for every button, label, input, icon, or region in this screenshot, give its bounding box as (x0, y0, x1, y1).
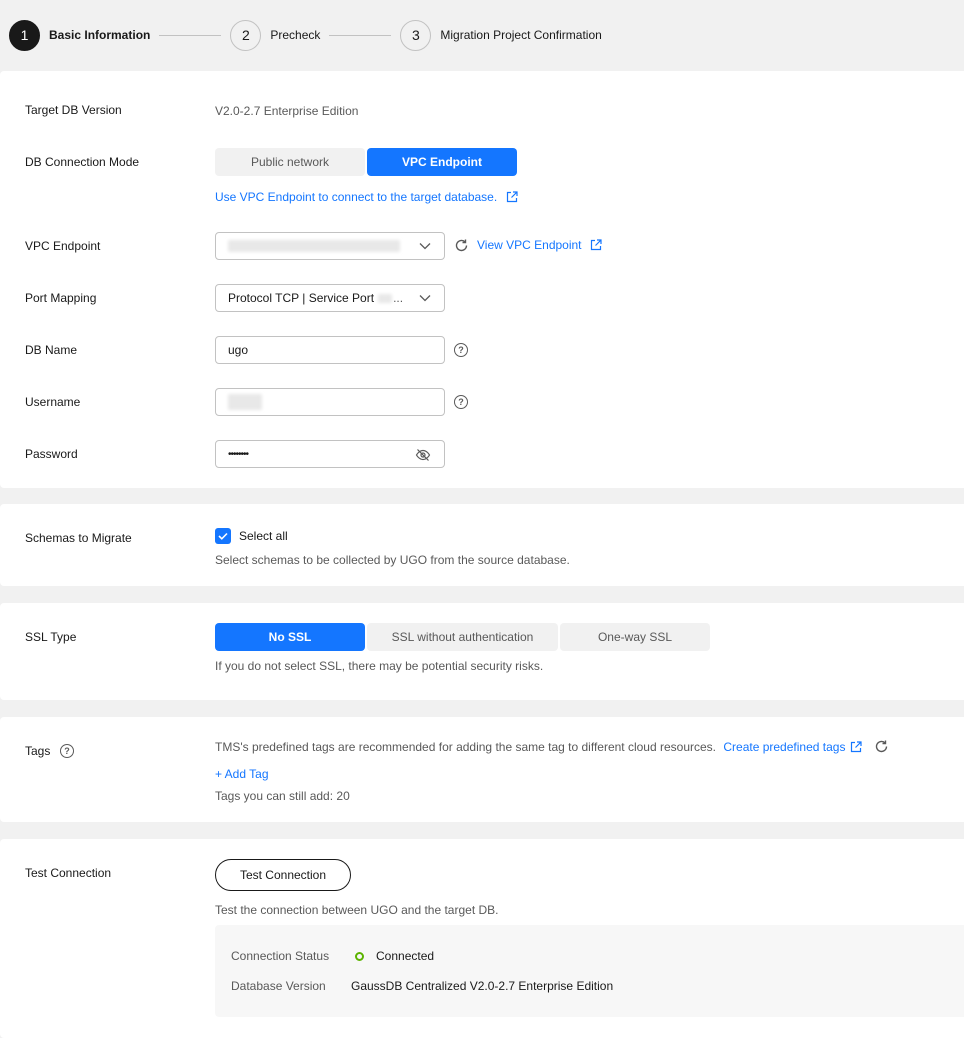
vpc-endpoint-select[interactable] (215, 232, 445, 260)
db-name-input[interactable]: ugo (215, 336, 445, 364)
mode-option-public-network[interactable]: Public network (215, 148, 365, 176)
tags-section: Tags ? TMS's predefined tags are recomme… (0, 717, 964, 822)
tags-description-row: TMS's predefined tags are recommended fo… (215, 739, 889, 754)
step-number: 2 (230, 19, 262, 51)
vpc-endpoint-value-redacted (228, 240, 400, 252)
connection-status-panel: Connection Status Connected Database Ver… (215, 925, 964, 1017)
schemas-section: Schemas to Migrate Select all Select sch… (0, 504, 964, 586)
chevron-down-icon (419, 295, 431, 302)
select-all-label[interactable]: Select all (239, 529, 288, 543)
db-connection-mode-selector: Public network VPC Endpoint (215, 148, 517, 176)
database-version-key: Database Version (231, 979, 326, 993)
tags-label: Tags (25, 744, 51, 758)
step-label: Precheck (270, 28, 321, 42)
refresh-icon[interactable] (454, 238, 469, 253)
step-label: Basic Information (49, 28, 151, 42)
tags-remaining: Tags you can still add: 20 (215, 789, 350, 803)
step-precheck: 2 Precheck (230, 19, 321, 51)
database-version-value: GaussDB Centralized V2.0-2.7 Enterprise … (351, 979, 614, 993)
port-value-redacted (378, 293, 393, 303)
test-connection-hint: Test the connection between UGO and the … (215, 903, 499, 917)
schemas-hint: Select schemas to be collected by UGO fr… (215, 553, 570, 567)
question-icon[interactable]: ? (454, 395, 468, 409)
schemas-label: Schemas to Migrate (25, 531, 132, 545)
test-connection-button[interactable]: Test Connection (215, 859, 351, 891)
password-label: Password (25, 447, 78, 461)
view-vpc-endpoint-text: View VPC Endpoint (477, 238, 582, 252)
refresh-icon[interactable] (874, 739, 889, 754)
ssl-type-selector: No SSL SSL without authentication One-wa… (215, 623, 710, 651)
password-value: •••••••• (228, 448, 249, 460)
port-mapping-select[interactable]: Protocol TCP | Service Port ... (215, 284, 445, 312)
step-migration-project-confirmation: 3 Migration Project Confirmation (400, 19, 602, 51)
db-connection-mode-label: DB Connection Mode (25, 155, 140, 169)
step-basic-information: 1 Basic Information (9, 19, 151, 51)
external-link-icon (590, 239, 602, 251)
username-label: Username (25, 395, 81, 409)
ssl-hint: If you do not select SSL, there may be p… (215, 659, 544, 673)
step-number: 1 (9, 19, 40, 51)
question-icon[interactable]: ? (454, 343, 468, 357)
step-number: 3 (400, 19, 432, 51)
ssl-type-label: SSL Type (25, 630, 77, 644)
username-value-redacted (228, 394, 262, 410)
step-connector (159, 34, 222, 36)
target-db-section: Target DB Version V2.0-2.7 Enterprise Ed… (0, 71, 964, 488)
db-name-label: DB Name (25, 343, 78, 357)
add-tag-link[interactable]: + Add Tag (215, 767, 269, 781)
vpc-endpoint-label: VPC Endpoint (25, 239, 101, 253)
select-all-checkbox[interactable] (215, 528, 231, 544)
target-db-version-label: Target DB Version (25, 103, 122, 117)
connection-status-value-row: Connected (351, 949, 434, 963)
step-label: Migration Project Confirmation (440, 28, 602, 42)
db-name-value: ugo (228, 343, 249, 357)
tags-description: TMS's predefined tags are recommended fo… (215, 740, 717, 754)
question-icon[interactable]: ? (60, 744, 74, 758)
connection-status-value: Connected (376, 949, 435, 963)
port-mapping-label: Port Mapping (25, 291, 97, 305)
chevron-down-icon (419, 243, 431, 250)
external-link-icon (851, 741, 863, 753)
step-connector (329, 34, 392, 36)
ssl-option-without-authentication[interactable]: SSL without authentication (367, 623, 558, 651)
mode-option-vpc-endpoint[interactable]: VPC Endpoint (367, 148, 517, 176)
username-input[interactable] (215, 388, 445, 416)
vpc-endpoint-help-text: Use VPC Endpoint to connect to the targe… (215, 190, 498, 204)
test-connection-section: Test Connection Test Connection Test the… (0, 839, 964, 1038)
password-input[interactable]: •••••••• (215, 440, 445, 468)
test-connection-label: Test Connection (25, 866, 112, 880)
ssl-option-no-ssl[interactable]: No SSL (215, 623, 365, 651)
step-indicator: 1 Basic Information 2 Precheck 3 Migrati… (0, 0, 964, 70)
ssl-section: SSL Type No SSL SSL without authenticati… (0, 603, 964, 700)
ssl-option-one-way[interactable]: One-way SSL (560, 623, 710, 651)
external-link-icon (506, 191, 518, 203)
check-icon (218, 532, 228, 540)
create-predefined-tags-link[interactable]: Create predefined tags (723, 740, 863, 754)
ellipsis: ... (393, 291, 404, 305)
eye-off-icon[interactable] (415, 448, 431, 462)
vpc-endpoint-help-link[interactable]: Use VPC Endpoint to connect to the targe… (215, 190, 518, 204)
port-mapping-value: Protocol TCP | Service Port (228, 291, 375, 305)
create-predefined-tags-text: Create predefined tags (723, 740, 846, 754)
connection-status-key: Connection Status (231, 949, 330, 963)
target-db-version-value: V2.0-2.7 Enterprise Edition (215, 104, 359, 118)
connected-status-icon (355, 952, 364, 961)
view-vpc-endpoint-link[interactable]: View VPC Endpoint (477, 238, 602, 252)
